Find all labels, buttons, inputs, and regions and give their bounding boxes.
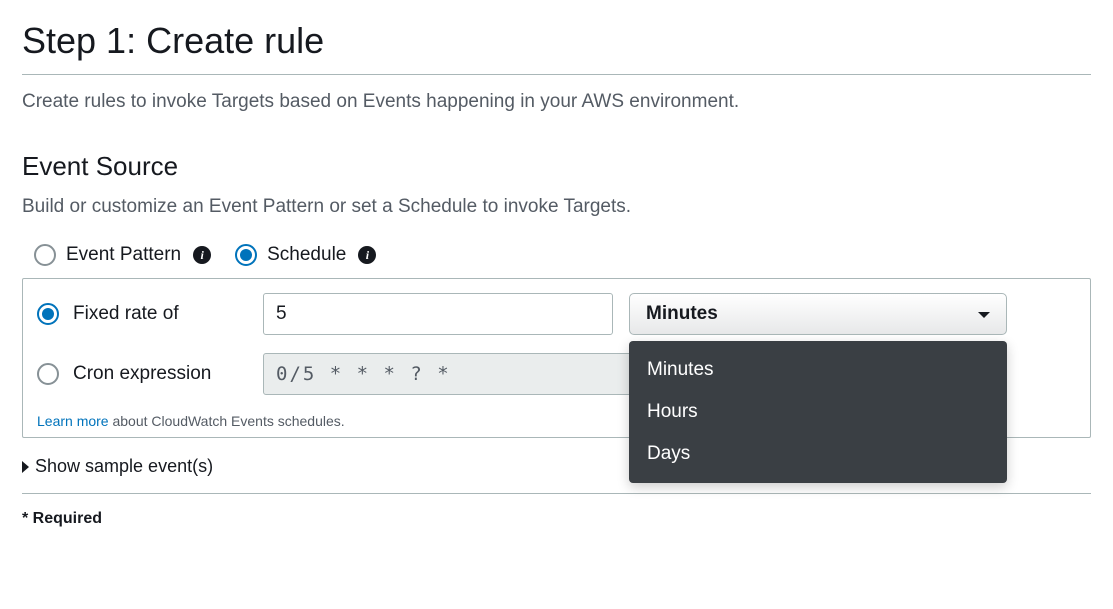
chevron-right-icon — [22, 461, 29, 473]
radio-icon — [235, 244, 257, 266]
schedule-config-box: Fixed rate of Minutes Minutes Hours Days… — [22, 278, 1091, 438]
radio-icon — [37, 303, 59, 325]
fixed-rate-row: Fixed rate of Minutes Minutes Hours Days — [37, 293, 1076, 335]
learn-more-text: about CloudWatch Events schedules. — [109, 413, 345, 429]
fixed-rate-value-input[interactable] — [263, 293, 613, 335]
event-source-heading: Event Source — [22, 151, 1091, 182]
page-description: Create rules to invoke Targets based on … — [22, 91, 1091, 113]
event-source-description: Build or customize an Event Pattern or s… — [22, 196, 1091, 218]
schedule-label: Schedule — [267, 244, 346, 266]
unit-select-button[interactable]: Minutes — [629, 293, 1007, 335]
event-pattern-option[interactable]: Event Pattern i — [34, 244, 211, 266]
show-sample-events-label: Show sample event(s) — [35, 456, 213, 477]
separator — [22, 493, 1091, 494]
info-icon[interactable]: i — [193, 246, 211, 264]
event-pattern-label: Event Pattern — [66, 244, 181, 266]
fixed-rate-option[interactable]: Fixed rate of — [37, 303, 247, 325]
radio-icon — [37, 363, 59, 385]
page-title: Step 1: Create rule — [22, 20, 1091, 75]
fixed-rate-label: Fixed rate of — [73, 303, 179, 325]
unit-option-hours[interactable]: Hours — [629, 391, 1007, 433]
info-icon[interactable]: i — [358, 246, 376, 264]
unit-option-days[interactable]: Days — [629, 433, 1007, 475]
unit-option-minutes[interactable]: Minutes — [629, 349, 1007, 391]
required-note: * Required — [22, 510, 1091, 528]
schedule-option[interactable]: Schedule i — [235, 244, 376, 266]
event-source-mode-row: Event Pattern i Schedule i — [34, 244, 1091, 266]
radio-icon — [34, 244, 56, 266]
cron-option[interactable]: Cron expression — [37, 363, 247, 385]
cron-label: Cron expression — [73, 363, 211, 385]
unit-dropdown-menu: Minutes Hours Days — [629, 341, 1007, 483]
fixed-rate-unit-select[interactable]: Minutes Minutes Hours Days — [629, 293, 1007, 335]
learn-more-link[interactable]: Learn more — [37, 413, 109, 429]
